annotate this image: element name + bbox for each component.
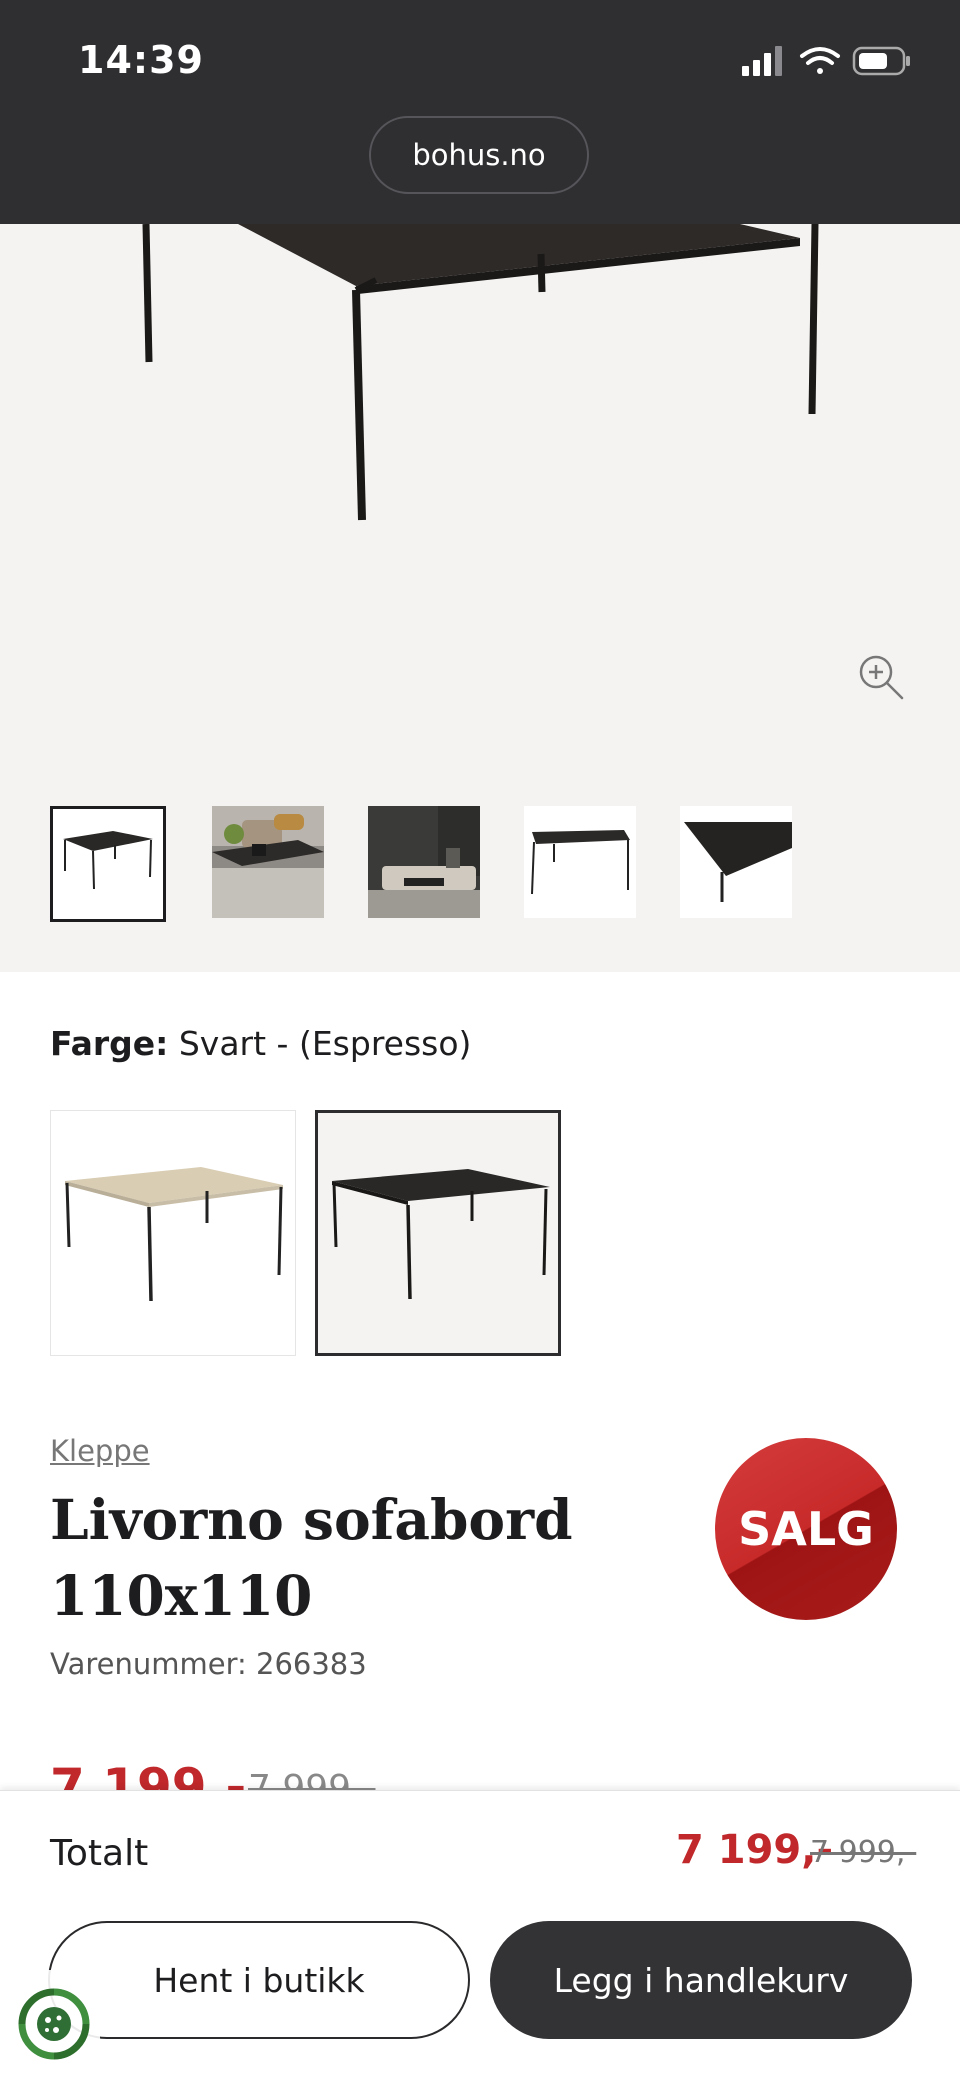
add-to-cart-button[interactable]: Legg i handlekurv <box>490 1921 912 2039</box>
main-product-image <box>142 224 819 521</box>
cookie-settings-button[interactable] <box>0 1970 100 2078</box>
total-label: Totalt <box>50 1833 149 1874</box>
color-swatch-espresso[interactable] <box>315 1110 561 1356</box>
checkout-bar: Totalt 7 199,- 7 999,- Hent i butikk Leg… <box>0 1790 960 2079</box>
gallery-thumbnail[interactable] <box>50 806 166 922</box>
product-sku: Varenummer: 266383 <box>50 1647 367 1681</box>
product-title: Livorno sofabord 110x110 <box>50 1487 573 1628</box>
gallery-thumbnail[interactable] <box>524 806 636 918</box>
battery-icon <box>852 46 910 76</box>
cookie-icon <box>18 1988 90 2060</box>
gallery-thumbnail[interactable] <box>368 806 480 918</box>
color-label-key: Farge: <box>50 1024 169 1063</box>
status-bar: 14:39 bohus.no <box>0 0 960 224</box>
zoom-in-icon[interactable] <box>856 652 906 702</box>
total-old-price: 7 999,- <box>810 1835 917 1870</box>
gallery-thumbnail[interactable] <box>680 806 792 918</box>
gallery-thumbnail[interactable] <box>212 806 324 918</box>
url-bar[interactable]: bohus.no <box>369 116 589 194</box>
sale-badge: SALG <box>715 1438 897 1620</box>
pick-up-in-store-button[interactable]: Hent i butikk <box>48 1921 470 2039</box>
signal-icon <box>742 46 782 76</box>
product-gallery[interactable] <box>0 224 960 972</box>
color-label: Farge: Svart - (Espresso) <box>50 1024 471 1063</box>
status-icons <box>742 46 910 76</box>
clock: 14:39 <box>78 38 204 82</box>
color-value: Svart - (Espresso) <box>178 1024 472 1063</box>
brand-link[interactable]: Kleppe <box>50 1434 150 1468</box>
wifi-icon <box>800 47 840 74</box>
color-swatch-natural[interactable] <box>50 1110 296 1356</box>
